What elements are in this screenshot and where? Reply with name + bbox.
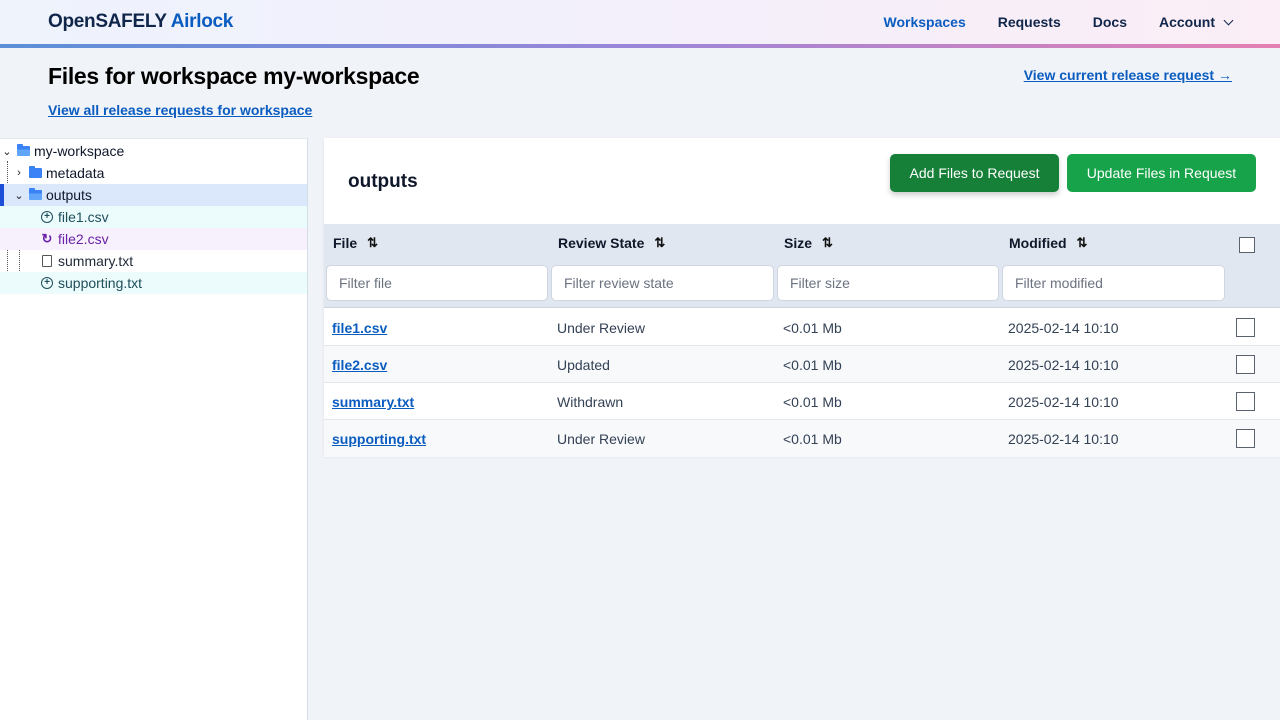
- table-header: File ⇅ Review State ⇅ Size ⇅ Modified ⇅: [324, 224, 1280, 308]
- filter-file-input[interactable]: [326, 265, 548, 301]
- file-icon: [42, 255, 52, 267]
- tree-item-outputs[interactable]: ⌄ outputs: [0, 184, 307, 206]
- review-state: Under Review: [557, 320, 645, 336]
- file-link[interactable]: file1.csv: [332, 320, 387, 336]
- nav-requests[interactable]: Requests: [998, 14, 1061, 30]
- view-current-request-link[interactable]: View current release request →: [1024, 67, 1232, 83]
- column-header-size[interactable]: Size ⇅: [784, 235, 833, 251]
- modified-date: 2025-02-14 10:10: [1008, 431, 1119, 447]
- sort-icon[interactable]: ⇅: [1077, 235, 1088, 251]
- chevron-down-icon: [1223, 15, 1234, 25]
- top-nav: OpenSAFELY Airlock Workspaces Requests D…: [0, 0, 1280, 48]
- modified-date: 2025-02-14 10:10: [1008, 320, 1119, 336]
- file-tree: ⌄ my-workspace › metadata ⌄ outputs + fi…: [0, 138, 308, 720]
- review-state: Updated: [557, 357, 610, 373]
- tree-item-file1[interactable]: + file1.csv: [0, 206, 307, 228]
- file-link[interactable]: supporting.txt: [332, 431, 426, 447]
- table-row: file2.csv Updated <0.01 Mb 2025-02-14 10…: [324, 346, 1280, 383]
- tree-item-file2[interactable]: ↻ file2.csv: [0, 228, 307, 250]
- file-size: <0.01 Mb: [783, 320, 842, 336]
- nav-workspaces[interactable]: Workspaces: [884, 14, 966, 30]
- column-header-review-state[interactable]: Review State ⇅: [558, 235, 665, 251]
- table-row: file1.csv Under Review <0.01 Mb 2025-02-…: [324, 309, 1280, 346]
- chevron-right-icon[interactable]: ›: [13, 167, 25, 179]
- file-link[interactable]: file2.csv: [332, 357, 387, 373]
- column-header-modified[interactable]: Modified ⇅: [1009, 235, 1087, 251]
- header-gradient-bar: [0, 44, 1280, 48]
- filter-modified-input[interactable]: [1002, 265, 1225, 301]
- file-size: <0.01 Mb: [783, 357, 842, 373]
- folder-icon: [29, 166, 42, 178]
- file-size: <0.01 Mb: [783, 431, 842, 447]
- row-checkbox[interactable]: [1236, 318, 1255, 337]
- filter-review-state-input[interactable]: [551, 265, 774, 301]
- main-nav: Workspaces Requests Docs Account: [884, 0, 1234, 44]
- tree-item-my-workspace[interactable]: ⌄ my-workspace: [0, 140, 307, 162]
- table-row: supporting.txt Under Review <0.01 Mb 202…: [324, 420, 1280, 457]
- plus-circle-icon: +: [41, 277, 53, 289]
- sort-icon[interactable]: ⇅: [822, 235, 833, 251]
- row-checkbox[interactable]: [1236, 392, 1255, 411]
- folder-open-icon: [29, 188, 42, 200]
- folder-open-icon: [17, 144, 30, 156]
- refresh-icon: ↻: [41, 231, 53, 246]
- directory-title: outputs: [348, 171, 418, 192]
- select-all-checkbox[interactable]: [1239, 237, 1255, 253]
- table-row: summary.txt Withdrawn <0.01 Mb 2025-02-1…: [324, 383, 1280, 420]
- plus-circle-icon: +: [41, 211, 53, 223]
- file-link[interactable]: summary.txt: [332, 394, 414, 410]
- sort-icon[interactable]: ⇅: [654, 235, 665, 251]
- sort-icon[interactable]: ⇅: [367, 235, 378, 251]
- row-checkbox[interactable]: [1236, 429, 1255, 448]
- tree-item-metadata[interactable]: › metadata: [0, 162, 307, 184]
- directory-panel: outputs Add Files to Request Update File…: [324, 138, 1280, 457]
- filter-size-input[interactable]: [777, 265, 999, 301]
- brand-logo[interactable]: OpenSAFELY Airlock: [48, 11, 233, 33]
- tree-item-supporting[interactable]: + supporting.txt: [0, 272, 307, 294]
- column-header-file[interactable]: File ⇅: [333, 235, 378, 251]
- review-state: Under Review: [557, 431, 645, 447]
- tree-item-summary[interactable]: summary.txt: [0, 250, 307, 272]
- file-size: <0.01 Mb: [783, 394, 842, 410]
- chevron-down-icon[interactable]: ⌄: [13, 189, 25, 202]
- modified-date: 2025-02-14 10:10: [1008, 357, 1119, 373]
- view-all-requests-link[interactable]: View all release requests for workspace: [48, 102, 312, 118]
- modified-date: 2025-02-14 10:10: [1008, 394, 1119, 410]
- row-checkbox[interactable]: [1236, 355, 1255, 374]
- chevron-down-icon[interactable]: ⌄: [1, 145, 13, 158]
- selected-indicator: [0, 184, 4, 206]
- nav-docs[interactable]: Docs: [1093, 14, 1127, 30]
- nav-account-label: Account: [1159, 14, 1215, 30]
- add-files-button[interactable]: Add Files to Request: [890, 154, 1059, 192]
- update-files-button[interactable]: Update Files in Request: [1067, 154, 1256, 192]
- nav-account[interactable]: Account: [1159, 14, 1234, 30]
- review-state: Withdrawn: [557, 394, 624, 410]
- page-title: Files for workspace my-workspace: [48, 63, 420, 89]
